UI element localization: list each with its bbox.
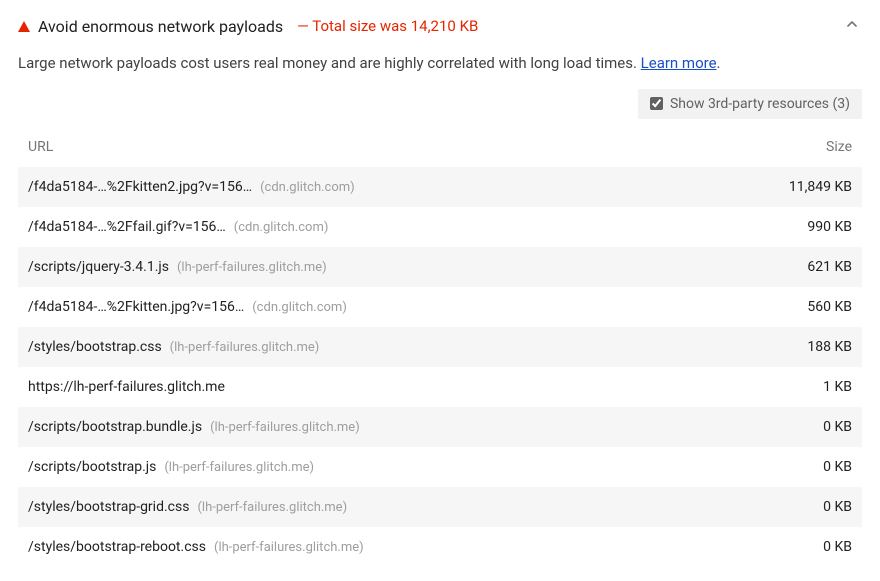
url-cell: /scripts/bootstrap.js (lh-perf-failures.g… xyxy=(28,459,752,475)
warning-triangle-icon xyxy=(18,21,30,32)
size-cell: 188 KB xyxy=(752,339,852,355)
url-host: (lh-perf-failures.glitch.me) xyxy=(197,500,347,515)
url-path[interactable]: /styles/bootstrap-grid.css xyxy=(28,499,189,515)
url-cell: /styles/bootstrap-reboot.css (lh-perf-fai… xyxy=(28,539,752,555)
third-party-label: Show 3rd-party resources (3) xyxy=(670,96,850,112)
url-host: (cdn.glitch.com) xyxy=(260,180,355,195)
url-host: (lh-perf-failures.glitch.me) xyxy=(164,460,314,475)
table-row: https://lh-perf-failures.glitch.me 1 KB xyxy=(18,367,862,407)
table-row: /f4da5184-…%2Fkitten.jpg?v=156… (cdn.glit… xyxy=(18,287,862,327)
table-row: /f4da5184-…%2Ffail.gif?v=156… (cdn.glitch… xyxy=(18,207,862,247)
third-party-toggle[interactable]: Show 3rd-party resources (3) xyxy=(638,89,862,119)
third-party-bar: Show 3rd-party resources (3) xyxy=(18,89,862,119)
url-cell: /f4da5184-…%2Fkitten2.jpg?v=156… (cdn.gli… xyxy=(28,179,752,195)
audit-header[interactable]: Avoid enormous network payloads Total si… xyxy=(18,14,862,38)
table-row: /styles/bootstrap-grid.css (lh-perf-failu… xyxy=(18,487,862,527)
url-path[interactable]: /scripts/jquery-3.4.1.js xyxy=(28,259,169,275)
url-cell: /scripts/jquery-3.4.1.js (lh-perf-failure… xyxy=(28,259,752,275)
audit-size-summary: Total size was 14,210 KB xyxy=(297,17,478,35)
size-cell: 0 KB xyxy=(752,539,852,555)
url-path[interactable]: /f4da5184-…%2Fkitten2.jpg?v=156… xyxy=(28,179,252,195)
url-host: (lh-perf-failures.glitch.me) xyxy=(210,420,360,435)
size-cell: 1 KB xyxy=(752,379,852,395)
resource-table: URL Size /f4da5184-…%2Fkitten2.jpg?v=156… xyxy=(18,127,862,567)
url-host: (lh-perf-failures.glitch.me) xyxy=(170,340,320,355)
size-cell: 0 KB xyxy=(752,499,852,515)
learn-more-link[interactable]: Learn more xyxy=(641,54,717,72)
url-host: (cdn.glitch.com) xyxy=(252,300,347,315)
url-path[interactable]: /f4da5184-…%2Fkitten.jpg?v=156… xyxy=(28,299,244,315)
url-path[interactable]: /f4da5184-…%2Ffail.gif?v=156… xyxy=(28,219,226,235)
third-party-checkbox[interactable] xyxy=(650,97,663,110)
url-cell: /f4da5184-…%2Fkitten.jpg?v=156… (cdn.glit… xyxy=(28,299,752,315)
column-header-url: URL xyxy=(28,139,752,155)
audit-description: Large network payloads cost users real m… xyxy=(18,52,862,75)
table-row: /styles/bootstrap.css (lh-perf-failures.g… xyxy=(18,327,862,367)
chevron-up-icon[interactable] xyxy=(842,14,862,38)
url-path[interactable]: https://lh-perf-failures.glitch.me xyxy=(28,379,225,395)
table-row: /f4da5184-…%2Fkitten2.jpg?v=156… (cdn.gli… xyxy=(18,167,862,207)
url-host: (cdn.glitch.com) xyxy=(234,220,329,235)
size-cell: 621 KB xyxy=(752,259,852,275)
url-cell: /styles/bootstrap-grid.css (lh-perf-failu… xyxy=(28,499,752,515)
audit-title: Avoid enormous network payloads xyxy=(38,17,283,36)
size-cell: 560 KB xyxy=(752,299,852,315)
url-cell: /f4da5184-…%2Ffail.gif?v=156… (cdn.glitch… xyxy=(28,219,752,235)
table-header-row: URL Size xyxy=(18,127,862,167)
size-cell: 990 KB xyxy=(752,219,852,235)
url-cell: /styles/bootstrap.css (lh-perf-failures.g… xyxy=(28,339,752,355)
audit-description-text: Large network payloads cost users real m… xyxy=(18,54,641,72)
table-row: /styles/bootstrap-reboot.css (lh-perf-fai… xyxy=(18,527,862,567)
url-path[interactable]: /styles/bootstrap.css xyxy=(28,339,162,355)
table-row: /scripts/jquery-3.4.1.js (lh-perf-failure… xyxy=(18,247,862,287)
url-host: (lh-perf-failures.glitch.me) xyxy=(177,260,327,275)
url-path[interactable]: /scripts/bootstrap.js xyxy=(28,459,156,475)
url-path[interactable]: /scripts/bootstrap.bundle.js xyxy=(28,419,202,435)
size-cell: 0 KB xyxy=(752,419,852,435)
url-host: (lh-perf-failures.glitch.me) xyxy=(214,540,364,555)
column-header-size: Size xyxy=(752,139,852,155)
url-cell: https://lh-perf-failures.glitch.me xyxy=(28,379,752,395)
table-row: /scripts/bootstrap.js (lh-perf-failures.g… xyxy=(18,447,862,487)
url-path[interactable]: /styles/bootstrap-reboot.css xyxy=(28,539,206,555)
table-row: /scripts/bootstrap.bundle.js (lh-perf-fai… xyxy=(18,407,862,447)
table-body: /f4da5184-…%2Fkitten2.jpg?v=156… (cdn.gli… xyxy=(18,167,862,567)
size-cell: 11,849 KB xyxy=(752,179,852,195)
url-cell: /scripts/bootstrap.bundle.js (lh-perf-fai… xyxy=(28,419,752,435)
size-cell: 0 KB xyxy=(752,459,852,475)
